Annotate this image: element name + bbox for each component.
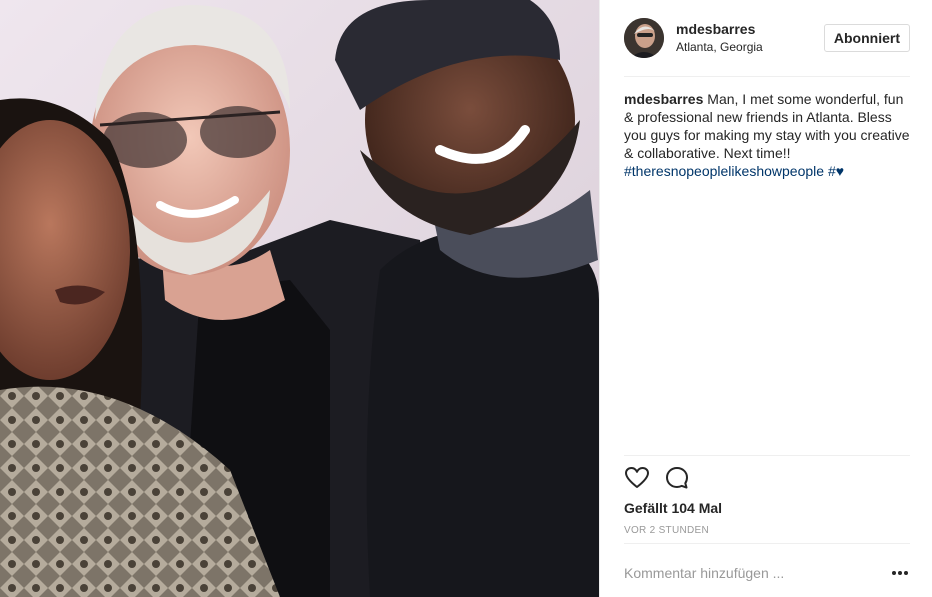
selfie-image <box>0 0 599 597</box>
post-username[interactable]: mdesbarres <box>676 21 755 37</box>
follow-button[interactable]: Abonniert <box>823 24 910 52</box>
avatar[interactable] <box>624 18 664 58</box>
header-divider <box>624 76 910 77</box>
caption-username[interactable]: mdesbarres <box>624 91 703 107</box>
heart-emoji: ♥ <box>835 163 845 179</box>
ellipsis-icon <box>892 571 908 575</box>
more-options-button[interactable] <box>890 563 910 583</box>
post-timestamp[interactable]: VOR 2 STUNDEN <box>624 525 709 536</box>
comment-button[interactable] <box>664 465 690 491</box>
like-button[interactable] <box>624 465 650 491</box>
hashtag-link-2[interactable]: #♥ <box>828 163 844 179</box>
post-photo[interactable] <box>0 0 599 597</box>
post-caption: mdesbarres Man, I met some wonderful, fu… <box>624 90 910 180</box>
heart-icon <box>625 467 649 488</box>
post-header: mdesbarres Atlanta, Georgia Abonniert <box>624 16 910 62</box>
hashtag-2-text: # <box>827 163 836 179</box>
likes-count[interactable]: Gefällt 104 Mal <box>624 500 722 516</box>
post-actions <box>624 465 724 491</box>
comment-form <box>624 560 910 586</box>
post-location[interactable]: Atlanta, Georgia <box>676 40 763 54</box>
actions-divider <box>624 455 910 456</box>
comment-divider <box>624 543 910 544</box>
comment-input[interactable] <box>624 560 874 586</box>
hashtag-link[interactable]: #theresnopeoplelikeshowpeople <box>624 163 824 179</box>
post-sidebar: mdesbarres Atlanta, Georgia Abonniert md… <box>599 0 932 597</box>
avatar-image <box>624 18 664 58</box>
speech-bubble-icon <box>666 467 688 489</box>
